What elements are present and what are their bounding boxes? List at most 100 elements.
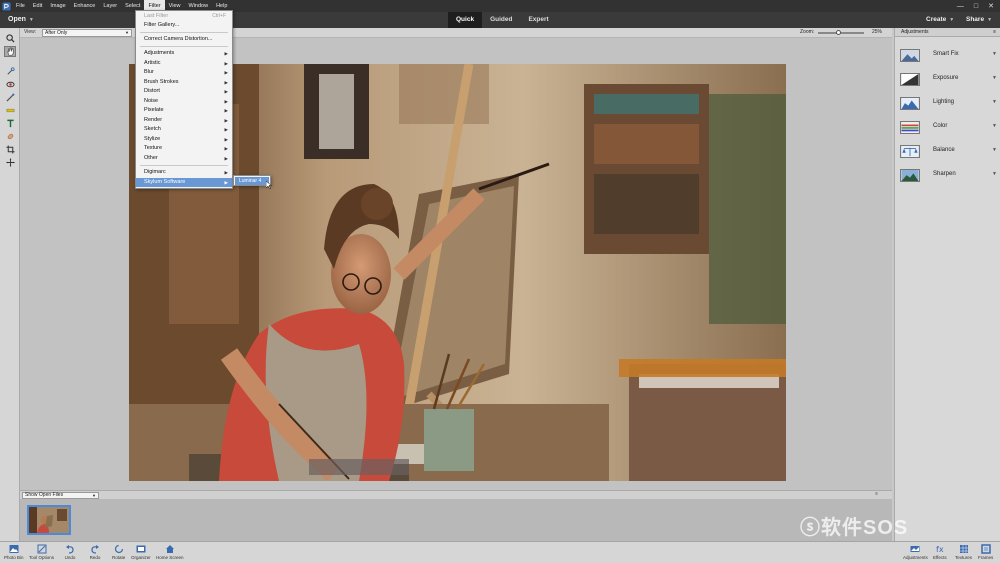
chevron-down-icon: ▼ (992, 147, 997, 153)
adjustment-color[interactable]: Color ▼ (895, 118, 1000, 136)
tool-options-button[interactable]: Tool Options (29, 543, 54, 563)
mode-guided[interactable]: Guided (482, 12, 520, 28)
adjustment-smart-fix[interactable]: Smart Fix ▼ (895, 46, 1000, 64)
menu-item-noise[interactable]: Noise ▶ (136, 97, 232, 106)
menu-file[interactable]: File (12, 0, 29, 12)
move-tool-icon[interactable] (4, 157, 16, 168)
adjustment-sharpen[interactable]: Sharpen ▼ (895, 166, 1000, 184)
minimize-button[interactable]: — (957, 3, 964, 10)
adjustments-panel-title: Adjustments (895, 28, 1000, 37)
photo-bin-icon (8, 543, 20, 554)
quick-selection-tool-icon[interactable] (4, 66, 16, 77)
organizer-button[interactable]: Organizer (131, 543, 151, 563)
tool-options-icon (36, 543, 48, 554)
zoom-value: 25% (872, 29, 883, 35)
view-select[interactable]: After Only ▼ (42, 29, 132, 37)
chevron-right-icon: ▶ (224, 70, 228, 75)
chevron-down-icon: ▼ (992, 51, 997, 57)
chevron-down-icon: ▼ (992, 171, 997, 177)
spot-healing-tool-icon[interactable] (4, 131, 16, 142)
crop-tool-icon[interactable] (4, 144, 16, 155)
menu-item-label: Stylize (144, 135, 161, 142)
menu-item-adjustments[interactable]: Adjustments ▶ (136, 49, 232, 58)
menu-layer[interactable]: Layer (99, 0, 121, 12)
text-tool-icon[interactable] (4, 118, 16, 129)
photo-bin-select-value: Show Open Files (25, 492, 64, 498)
frames-button[interactable]: Frames (978, 543, 993, 563)
chevron-right-icon: ▶ (224, 51, 228, 56)
chevron-right-icon: ▶ (224, 155, 228, 161)
taskbar-label: Adjustments (903, 555, 928, 560)
chevron-down-icon: ▼ (987, 17, 993, 23)
home-screen-button[interactable]: Home Screen (156, 543, 184, 563)
menu-item-label: Pixelate (144, 107, 164, 113)
menu-item-skylum-software[interactable]: Skylum Software ▶ (136, 177, 232, 187)
menu-item-label: Last Filter (144, 13, 169, 19)
menu-item-label: Brush Strokes (144, 78, 179, 85)
share-button[interactable]: Share ▼ (966, 12, 992, 28)
menu-item-filter-gallery[interactable]: Filter Gallery... (136, 21, 232, 30)
adjustments-button[interactable]: Adjustments (903, 543, 928, 563)
open-button[interactable]: Open ▼ (8, 12, 34, 28)
menu-item-correct-camera-distortion[interactable]: Correct Camera Distortion... (136, 35, 232, 44)
sharpen-icon (900, 169, 920, 182)
straighten-tool-icon[interactable] (4, 105, 16, 116)
menu-item-other[interactable]: Other ▶ (136, 154, 232, 163)
undo-button[interactable]: Undo (64, 543, 76, 563)
menu-item-blur[interactable]: Blur ▶ (136, 68, 232, 77)
menu-image[interactable]: Image (46, 0, 69, 12)
menu-item-label: Adjustments (144, 50, 175, 56)
textures-button[interactable]: Textures (955, 543, 972, 563)
mode-expert[interactable]: Expert (520, 12, 556, 28)
maximize-button[interactable]: □ (974, 3, 978, 10)
zoom-tool-icon[interactable] (4, 33, 16, 44)
chevron-right-icon: ▶ (224, 60, 228, 66)
menu-item-sketch[interactable]: Sketch ▶ (136, 125, 232, 134)
menu-item-digimarc[interactable]: Digimarc ▶ (136, 168, 232, 177)
rotate-button[interactable]: Rotate (112, 543, 125, 563)
share-label: Share (966, 16, 985, 23)
menu-item-distort[interactable]: Distort ▶ (136, 87, 232, 96)
menu-item-label: Render (144, 116, 163, 123)
menu-edit[interactable]: Edit (29, 0, 46, 12)
zoom-slider-handle[interactable] (836, 30, 842, 35)
chevron-right-icon: ▶ (224, 179, 228, 185)
adjustments-icon (909, 543, 921, 554)
menu-item-render[interactable]: Render ▶ (136, 116, 232, 125)
menu-item-texture[interactable]: Texture ▶ (136, 144, 232, 153)
color-icon (900, 121, 920, 134)
menu-item-pixelate[interactable]: Pixelate ▶ (136, 106, 232, 115)
menu-item-stylize[interactable]: Stylize ▶ (136, 135, 232, 144)
hand-tool-icon[interactable] (4, 46, 16, 57)
close-button[interactable]: ✕ (988, 2, 994, 10)
photo-bin (20, 499, 892, 541)
adjustment-exposure[interactable]: Exposure ▼ (895, 70, 1000, 88)
red-eye-tool-icon[interactable] (4, 79, 16, 90)
adjustment-balance[interactable]: Balance ▼ (895, 142, 1000, 160)
menu-item-brush-strokes[interactable]: Brush Strokes ▶ (136, 78, 232, 87)
photo-bin-select[interactable]: Show Open Files ▼ (22, 492, 99, 499)
menu-enhance[interactable]: Enhance (70, 0, 100, 12)
adjustment-label: Exposure (933, 75, 959, 81)
menu-item-label: Digimarc (144, 169, 166, 175)
create-button[interactable]: Create ▼ (926, 12, 954, 28)
adjustment-lighting[interactable]: Lighting ▼ (895, 94, 1000, 112)
mode-quick[interactable]: Quick (448, 12, 483, 28)
panel-menu-icon[interactable]: ≡ (993, 28, 996, 37)
whiten-teeth-tool-icon[interactable] (4, 92, 16, 103)
taskbar-label: Rotate (112, 555, 126, 560)
photo-bin-bar: Show Open Files ▼ ≡ (20, 490, 892, 499)
menu-item-artistic[interactable]: Artistic ▶ (136, 59, 232, 68)
bin-menu-icon[interactable]: ≡ (875, 491, 878, 497)
chevron-right-icon: ▶ (224, 79, 228, 85)
menu-item-luminar-4[interactable]: Luminar 4 (235, 177, 269, 185)
effects-button[interactable]: fx Effects (933, 543, 947, 563)
adjustment-label: Lighting (933, 99, 955, 105)
redo-icon (89, 543, 101, 554)
photo-thumbnail[interactable] (27, 505, 71, 535)
chevron-right-icon: ▶ (224, 146, 228, 151)
photo-bin-button[interactable]: Photo Bin (4, 543, 24, 563)
redo-button[interactable]: Redo (89, 543, 101, 563)
menu-separator (140, 32, 228, 33)
menu-item-shortcut: Ctrl+F (212, 13, 226, 19)
